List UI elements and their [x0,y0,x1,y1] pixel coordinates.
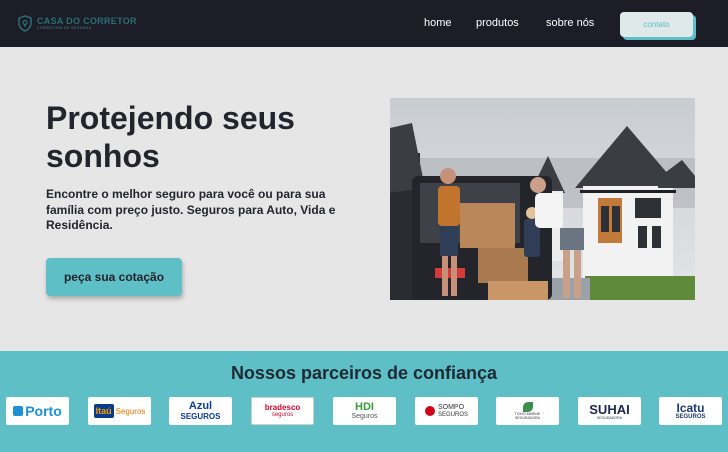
partner-logo-itau[interactable]: Itaú Seguros [88,397,151,425]
partner-logo-text: SOMPO [437,403,465,411]
partner-logo-subtext: SEGURADORA [515,416,540,420]
partner-logo-suhai[interactable]: SUHAI SEGURADORA [578,397,641,425]
partner-logo-text: Porto [25,403,62,419]
nav-link-produtos[interactable]: produtos [476,17,519,29]
partners-title: Nossos parceiros de confiança [230,363,498,383]
hero-description: Encontre o melhor seguro para você ou pa… [46,187,336,232]
partner-logo-text: bradesco [264,403,301,412]
partner-logo-subtext: SEGUROS [437,411,468,418]
partner-logo-subtext: SEGUROS [675,413,706,420]
partner-logo-text: Azul [188,400,213,412]
nav-link-sobre-nos[interactable]: sobre nós [546,17,594,29]
shield-icon [18,15,32,32]
quote-cta-button[interactable]: peça sua cotação [46,258,182,296]
partner-logo-subtext: Seguros [115,406,146,416]
sompo-icon [424,406,435,416]
partner-logo-tokio-marine[interactable]: TOKIO MARINE SEGURADORA [496,397,559,425]
brand-tagline: CORRETORA DE SEGUROS [37,25,92,30]
partner-logo-porto[interactable]: Porto [6,397,69,425]
partner-logo-azul[interactable]: Azul SEGUROS [169,397,232,425]
partner-logo-subtext: SEGUROS [180,412,221,421]
partner-logo-text: HDI [355,400,374,413]
partner-logo-text: SUHAI [589,401,630,417]
partner-logo-subtext: SEGURADORA [597,415,622,420]
brand-name: CASA DO CORRETOR [37,15,137,26]
partner-logo-text: Icatu [676,400,705,415]
nav-link-home[interactable]: home [424,17,452,29]
partner-logo-subtext: seguros [271,412,294,418]
contact-button[interactable]: contato [620,12,693,37]
tokio-marine-icon [522,402,533,412]
partner-logo-subtext: Seguros [351,412,378,420]
partner-logo-hdi[interactable]: HDI Seguros [333,397,396,425]
partner-logo-text: Itaú [93,404,114,418]
hero-title: Protejendo seus sonhos [46,100,295,174]
partner-logo-icatu[interactable]: Icatu SEGUROS [659,397,722,425]
partner-logo-sompo[interactable]: SOMPO SEGUROS [415,397,478,425]
top-navbar: CASA DO CORRETOR CORRETORA DE SEGUROS ho… [0,0,728,47]
brand-logo[interactable]: CASA DO CORRETOR CORRETORA DE SEGUROS [18,15,137,32]
hero-family-photo [390,98,695,300]
partners-section: Nossos parceiros de confiança Porto Itaú… [0,351,728,452]
partner-logo-bradesco[interactable]: bradesco seguros [251,397,314,425]
